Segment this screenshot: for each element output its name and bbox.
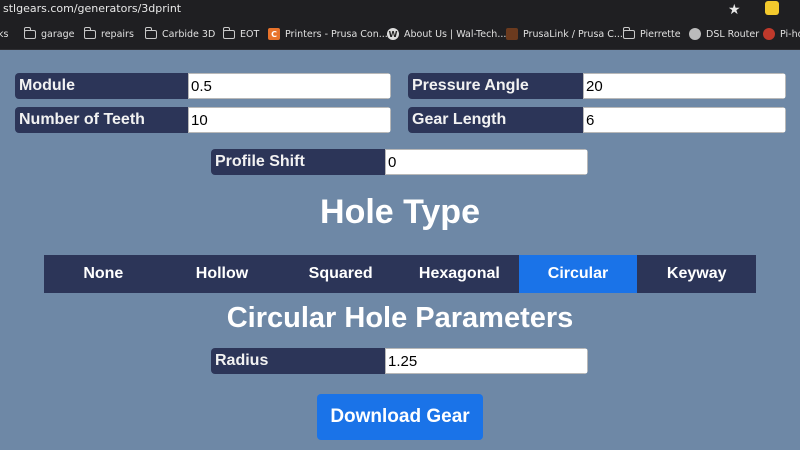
gear-length-label: Gear Length <box>408 107 583 133</box>
bookmark-folder-pierrette[interactable]: Pierrette <box>622 26 681 42</box>
c-favicon-icon: C <box>268 28 280 40</box>
bookmark-star-icon[interactable]: ★ <box>728 0 741 18</box>
bookmark-folder-repairs[interactable]: repairs <box>83 26 134 42</box>
teeth-label: Number of Teeth <box>15 107 188 133</box>
profile-shift-label: Profile Shift <box>211 149 385 175</box>
profile-shift-input[interactable] <box>385 149 588 175</box>
tab-hollow[interactable]: Hollow <box>163 255 282 293</box>
tab-none[interactable]: None <box>44 255 163 293</box>
pressure-angle-input[interactable] <box>583 73 786 99</box>
pressure-angle-label: Pressure Angle <box>408 73 583 99</box>
extension-icon[interactable] <box>765 1 779 15</box>
bookmark-item[interactable]: ks <box>0 26 8 42</box>
radius-label: Radius <box>211 348 385 374</box>
teeth-input[interactable] <box>188 107 391 133</box>
folder-icon <box>83 26 96 39</box>
bookmark-dsl-router[interactable]: DSL Router <box>689 26 759 42</box>
bookmark-printers[interactable]: C Printers - Prusa Con... <box>268 26 388 42</box>
url-text[interactable]: stlgears.com/generators/3dprint <box>3 2 181 15</box>
module-field: Module <box>15 73 391 99</box>
tab-keyway[interactable]: Keyway <box>637 255 756 293</box>
hole-type-tabs: None Hollow Squared Hexagonal Circular K… <box>44 255 756 293</box>
bookmark-about-us[interactable]: W About Us | Wal-Tech... <box>387 26 506 42</box>
radius-input[interactable] <box>385 348 588 374</box>
profile-shift-field: Profile Shift <box>211 149 588 175</box>
hole-type-heading: Hole Type <box>320 193 480 231</box>
wordpress-icon: W <box>387 28 399 40</box>
folder-icon <box>144 26 157 39</box>
gear-length-input[interactable] <box>583 107 786 133</box>
params-heading: Circular Hole Parameters <box>226 302 574 334</box>
bookmark-folder-garage[interactable]: garage <box>23 26 74 42</box>
bookmark-folder-eot[interactable]: EOT <box>222 26 259 42</box>
radius-field: Radius <box>211 348 588 374</box>
bookmarks-bar: ks garage repairs Carbide 3D EOT C Printe… <box>0 18 800 50</box>
globe-icon <box>689 28 701 40</box>
folder-icon <box>222 26 235 39</box>
tab-hexagonal[interactable]: Hexagonal <box>400 255 519 293</box>
address-bar[interactable]: stlgears.com/generators/3dprint ★ <box>0 0 800 18</box>
folder-icon <box>622 26 635 39</box>
prusa-icon <box>506 28 518 40</box>
raspberry-icon <box>763 28 775 40</box>
download-gear-button[interactable]: Download Gear <box>317 394 483 440</box>
module-label: Module <box>15 73 188 99</box>
folder-icon <box>23 26 36 39</box>
pressure-angle-field: Pressure Angle <box>408 73 786 99</box>
tab-circular[interactable]: Circular <box>518 255 638 293</box>
module-input[interactable] <box>188 73 391 99</box>
bookmark-pihole[interactable]: Pi-ho <box>763 26 800 42</box>
gear-length-field: Gear Length <box>408 107 786 133</box>
teeth-field: Number of Teeth <box>15 107 391 133</box>
bookmark-prusalink[interactable]: PrusaLink / Prusa C... <box>506 26 623 42</box>
bookmark-folder-carbide[interactable]: Carbide 3D <box>144 26 215 42</box>
tab-squared[interactable]: Squared <box>281 255 400 293</box>
